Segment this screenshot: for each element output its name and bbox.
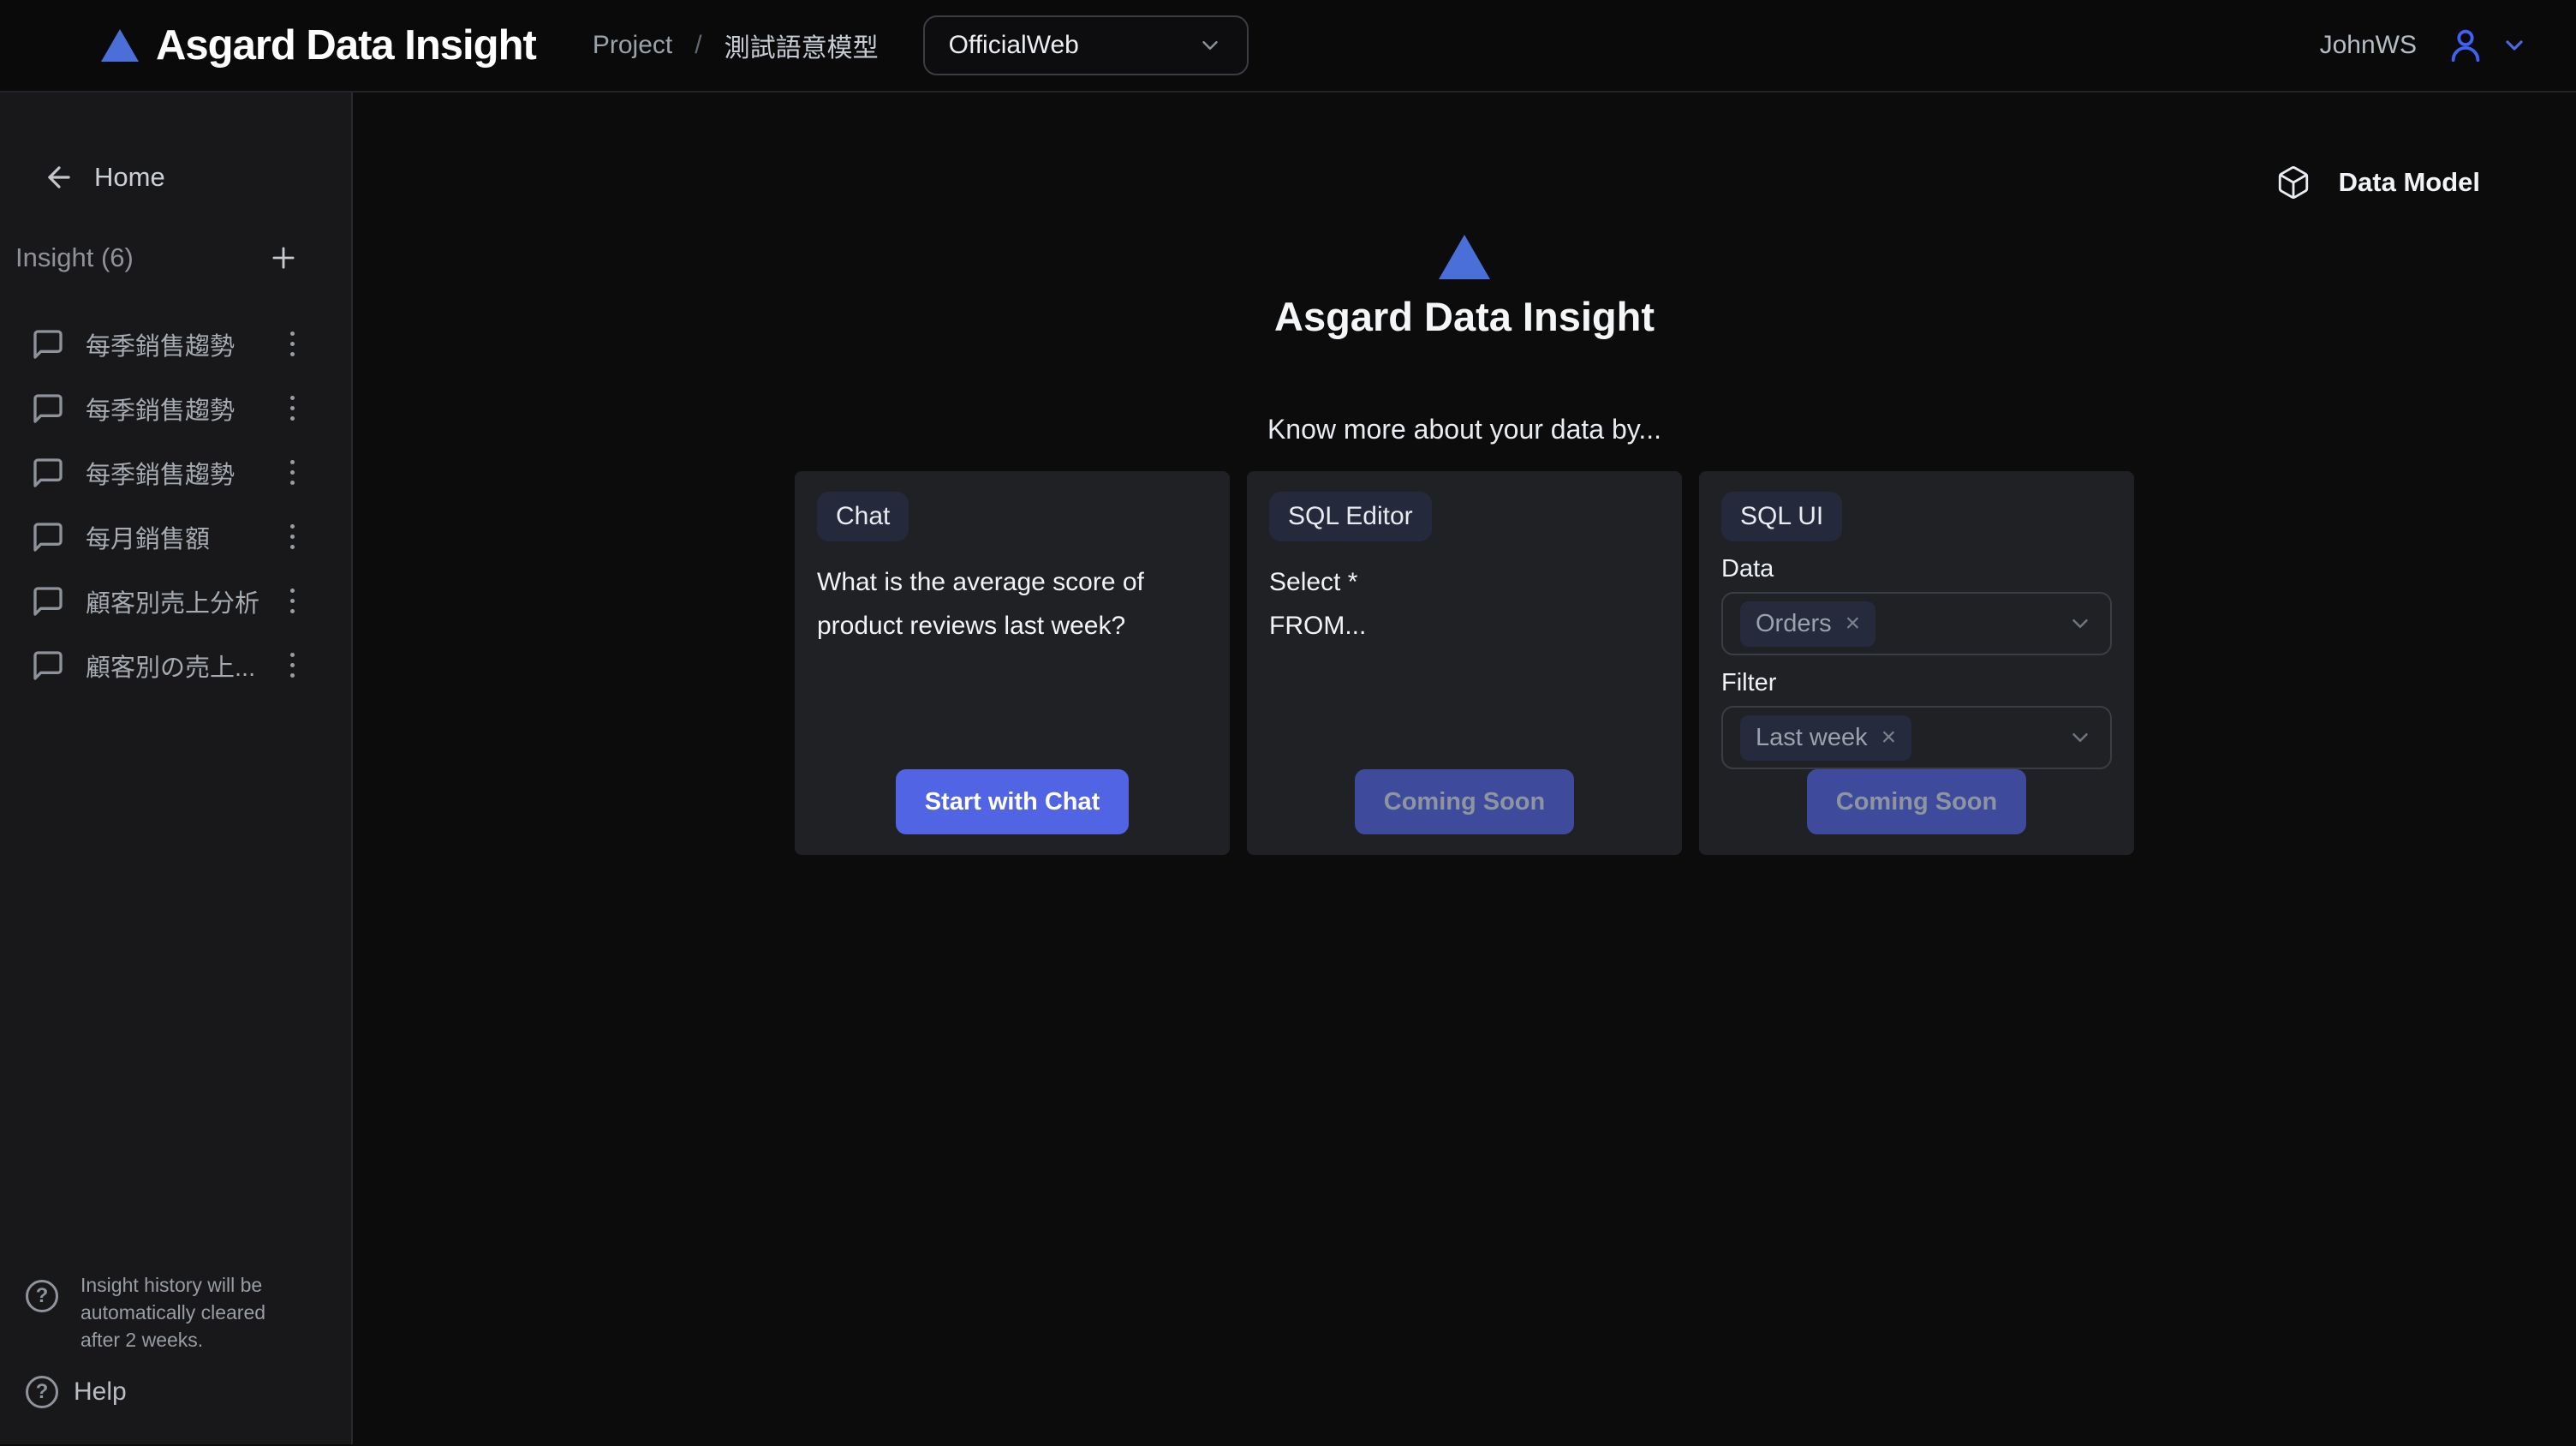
insight-list: 每季銷售趨勢 每季銷售趨勢 每季銷售趨勢 每月銷售額 顧客別売上分析	[15, 312, 301, 697]
sql-ui-badge: SQL UI	[1721, 492, 1842, 541]
close-icon[interactable]: ×	[1846, 611, 1861, 636]
insight-section-header: Insight (6)	[15, 240, 301, 276]
filter-field-label: Filter	[1721, 669, 1776, 697]
insight-list-item[interactable]: 每季銷售趨勢	[15, 312, 301, 376]
sql-editor-sample: Select * FROM...	[1269, 560, 1366, 648]
insight-section-title: Insight (6)	[15, 242, 134, 273]
sidebar: Home Insight (6) 每季銷售趨勢 每季銷售趨勢 每季銷售趨勢	[0, 93, 353, 1444]
hero-title: Asgard Data Insight	[1274, 293, 1655, 340]
help-button[interactable]: ? Help	[26, 1376, 301, 1408]
chevron-down-icon	[2501, 32, 2528, 59]
chat-bubble-icon	[31, 456, 65, 490]
kebab-icon	[290, 332, 295, 356]
start-with-chat-button[interactable]: Start with Chat	[896, 769, 1130, 834]
chevron-down-icon	[2067, 611, 2093, 636]
back-home-button[interactable]: Home	[43, 161, 301, 194]
sql-editor-card: SQL Editor Select * FROM... Coming Soon	[1247, 471, 1682, 855]
sql-ui-card: SQL UI Data Orders × Filter Last week ×	[1699, 471, 2134, 855]
item-menu-button[interactable]	[283, 391, 301, 426]
kebab-icon	[290, 589, 295, 613]
workspace-select-value: OfficialWeb	[949, 31, 1079, 60]
insight-item-label: 每季銷售趨勢	[86, 326, 263, 362]
arrow-left-icon	[43, 161, 75, 194]
hero-subtitle: Know more about your data by...	[1267, 414, 1661, 445]
hero-logo-triangle-icon	[1439, 235, 1490, 279]
workspace-select[interactable]: OfficialWeb	[923, 15, 1249, 75]
insight-list-item[interactable]: 顧客別の売上...	[15, 633, 301, 697]
user-icon	[2446, 26, 2485, 65]
menu-button[interactable]	[46, 39, 53, 52]
insight-item-label: 每季銷售趨勢	[86, 391, 263, 427]
kebab-icon	[290, 460, 295, 485]
user-menu-button[interactable]	[2446, 26, 2528, 65]
insight-item-label: 顧客別売上分析	[86, 583, 263, 619]
entry-cards: Chat What is the average score of produc…	[795, 471, 2134, 855]
breadcrumb-model-name[interactable]: 測試語意模型	[724, 27, 879, 64]
cube-icon	[2275, 164, 2311, 200]
help-label: Help	[74, 1377, 127, 1407]
logo-triangle-icon	[101, 29, 139, 62]
item-menu-button[interactable]	[283, 648, 301, 683]
insight-list-item[interactable]: 每月銷售額	[15, 505, 301, 569]
back-home-label: Home	[94, 162, 165, 193]
item-menu-button[interactable]	[283, 519, 301, 554]
chat-bubble-icon	[31, 584, 65, 618]
filter-select[interactable]: Last week ×	[1721, 706, 2112, 769]
sql-editor-badge: SQL Editor	[1269, 492, 1432, 541]
data-tag-label: Orders	[1756, 610, 1832, 638]
chat-example-question: What is the average score of product rev…	[817, 560, 1208, 648]
insight-list-item[interactable]: 每季銷售趨勢	[15, 440, 301, 505]
main-area: Data Model Asgard Data Insight Know more…	[353, 93, 2576, 1444]
insight-list-item[interactable]: 顧客別売上分析	[15, 569, 301, 633]
kebab-icon	[290, 653, 295, 678]
item-menu-button[interactable]	[283, 583, 301, 618]
insight-item-label: 顧客別の売上...	[86, 648, 263, 684]
data-field-label: Data	[1721, 555, 1774, 583]
insight-item-label: 每季銷售趨勢	[86, 455, 263, 491]
data-tag: Orders ×	[1740, 601, 1875, 647]
insight-item-label: 每月銷售額	[86, 519, 263, 555]
item-menu-button[interactable]	[283, 326, 301, 362]
close-icon[interactable]: ×	[1881, 725, 1897, 750]
chat-card: Chat What is the average score of produc…	[795, 471, 1230, 855]
question-circle-icon: ?	[26, 1376, 58, 1408]
kebab-icon	[290, 524, 295, 549]
history-note-text: Insight history will be automatically cl…	[80, 1271, 301, 1353]
item-menu-button[interactable]	[283, 455, 301, 490]
insight-list-item[interactable]: 每季銷售趨勢	[15, 376, 301, 440]
chat-bubble-icon	[31, 520, 65, 554]
top-header: Asgard Data Insight Project / 測試語意模型 Off…	[0, 0, 2576, 93]
username: JohnWS	[2320, 31, 2417, 60]
plus-icon	[267, 242, 300, 274]
new-insight-button[interactable]	[265, 240, 301, 276]
filter-tag: Last week ×	[1740, 715, 1911, 761]
chevron-down-icon	[2067, 725, 2093, 750]
chat-bubble-icon	[31, 391, 65, 426]
filter-tag-label: Last week	[1756, 724, 1868, 752]
data-model-label: Data Model	[2339, 167, 2480, 198]
chevron-down-icon	[1197, 33, 1223, 58]
sql-ui-coming-soon-button: Coming Soon	[1807, 769, 2026, 834]
question-circle-icon: ?	[26, 1280, 58, 1312]
sql-editor-coming-soon-button: Coming Soon	[1355, 769, 1574, 834]
chat-bubble-icon	[31, 327, 65, 362]
chat-badge: Chat	[817, 492, 909, 541]
kebab-icon	[290, 396, 295, 421]
breadcrumb-project[interactable]: Project	[593, 31, 672, 60]
app-title: Asgard Data Insight	[156, 21, 536, 69]
chat-bubble-icon	[31, 648, 65, 683]
header-right: JohnWS	[2320, 26, 2528, 65]
data-model-button[interactable]: Data Model	[2275, 164, 2480, 200]
history-note: ? Insight history will be automatically …	[26, 1271, 301, 1353]
data-select[interactable]: Orders ×	[1721, 592, 2112, 655]
brand: Asgard Data Insight	[101, 21, 536, 69]
breadcrumb-separator: /	[695, 31, 701, 60]
